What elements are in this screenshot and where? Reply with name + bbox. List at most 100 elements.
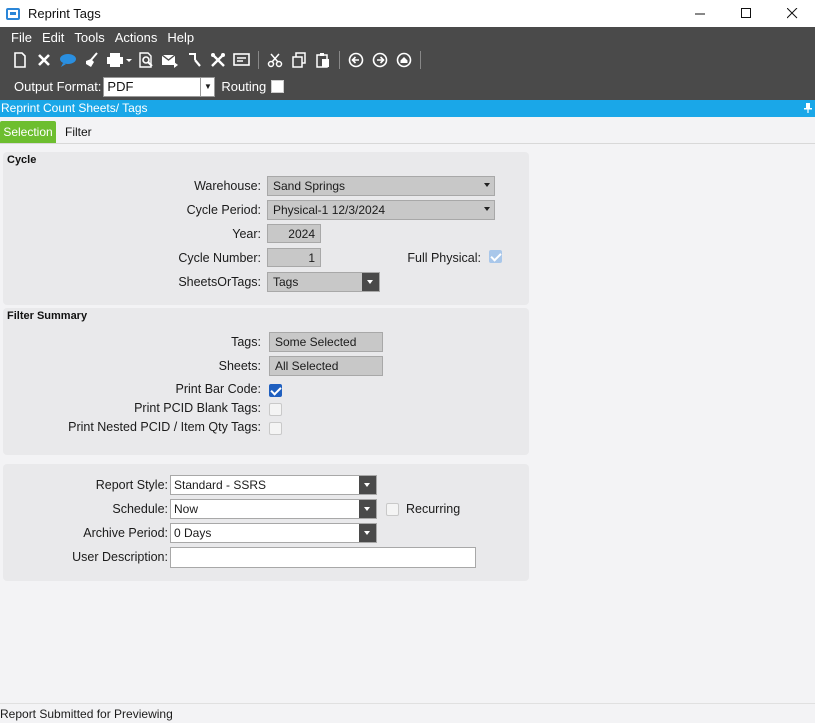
routing-checkbox[interactable] [271,80,285,93]
app-chrome: File Edit Tools Actions Help Output Form… [0,27,815,100]
home-button[interactable] [392,49,416,71]
year-field[interactable]: 2024 [267,224,321,243]
sheets-value: All Selected [275,359,339,373]
forward-icon [372,52,388,68]
minimize-button[interactable] [677,0,723,27]
cycle-number-label: Cycle Number: [178,251,261,265]
print-pcid-blank-label: Print PCID Blank Tags: [134,401,261,415]
forward-button[interactable] [368,49,392,71]
chat-icon [60,54,76,67]
menu-file[interactable]: File [6,30,37,45]
full-physical-checkbox [489,250,502,263]
delete-button[interactable] [32,49,56,71]
warehouse-select[interactable]: Sand Springs [267,176,495,196]
year-label: Year: [232,227,261,241]
status-bar: Report Submitted for Previewing [0,703,815,723]
routing-label: Routing [221,79,267,94]
recurring-checkbox[interactable] [386,503,399,516]
tags-value: Some Selected [275,335,357,349]
tab-selection[interactable]: Selection [0,121,56,143]
user-description-input[interactable] [170,547,476,568]
toolbar-separator [339,51,340,69]
email-button[interactable] [158,49,182,71]
menu-actions[interactable]: Actions [110,30,163,45]
recurring-label: Recurring [406,502,461,516]
print-button[interactable] [104,49,134,71]
cut-button[interactable] [263,49,287,71]
email-icon [161,54,178,68]
cycle-period-label: Cycle Period: [186,203,261,217]
warehouse-label: Warehouse: [194,179,261,193]
clear-button[interactable] [80,49,104,71]
print-bar-code-checkbox[interactable] [269,384,282,397]
toolbar-separator [258,51,259,69]
toolbar [0,47,815,73]
back-button[interactable] [344,49,368,71]
print-preview-button[interactable] [134,49,158,71]
print-bar-code-label: Print Bar Code: [175,382,261,396]
sheets-or-tags-label: SheetsOrTags: [178,275,261,289]
attach-icon [189,53,201,67]
tools-button[interactable] [206,49,230,71]
output-format-select[interactable]: PDF ▼ [103,76,216,97]
print-nested-pcid-checkbox[interactable] [269,422,282,435]
cycle-group-title: Cycle [7,154,37,166]
panel-title: Reprint Count Sheets/ Tags [1,101,148,115]
paste-button[interactable] [311,49,335,71]
output-format-value: PDF [107,79,134,94]
filter-summary-group: Filter Summary Tags: Some Selected Sheet… [3,308,529,455]
menu-tools[interactable]: Tools [69,30,109,45]
cycle-period-select[interactable]: Physical-1 12/3/2024 [267,200,495,220]
menu-bar: File Edit Tools Actions Help [0,27,815,47]
cycle-number-field[interactable]: 1 [267,248,321,267]
chat-button[interactable] [56,49,80,71]
sheets-or-tags-select[interactable]: Tags [267,272,380,292]
pin-icon[interactable] [804,102,812,119]
screen-button[interactable] [230,49,254,71]
tags-label: Tags: [231,335,261,349]
print-nested-pcid-label: Print Nested PCID / Item Qty Tags: [68,420,261,434]
cut-icon [267,53,283,68]
attach-button[interactable] [182,49,206,71]
report-style-value: Standard - SSRS [174,478,267,492]
back-icon [348,52,364,68]
print-preview-icon [139,52,153,68]
report-options-group: Report Style: Standard - SSRS Schedule: … [3,464,529,581]
delete-icon [38,54,50,66]
print-pcid-blank-checkbox[interactable] [269,403,282,416]
tab-strip: Selection Filter [0,120,815,144]
maximize-icon [740,8,751,18]
menu-help[interactable]: Help [162,30,199,45]
paste-icon [316,53,329,68]
schedule-label: Schedule: [112,502,168,516]
menu-edit[interactable]: Edit [37,30,69,45]
schedule-select[interactable]: Now [170,499,377,519]
sheets-or-tags-value: Tags [273,275,299,289]
close-button[interactable] [769,0,815,27]
chevron-down-icon [359,500,376,518]
chevron-down-icon [359,524,376,542]
panel-header: Reprint Count Sheets/ Tags [0,100,815,117]
window-title: Reprint Tags [28,6,101,21]
sheets-field[interactable]: All Selected [269,356,383,376]
close-icon [786,8,797,19]
maximize-button[interactable] [723,0,769,27]
new-button[interactable] [8,49,32,71]
cycle-number-value: 1 [308,250,315,265]
archive-period-select[interactable]: 0 Days [170,523,377,543]
tab-filter[interactable]: Filter [65,121,92,143]
cycle-group: Cycle Warehouse: Sand Springs Cycle Peri… [3,152,529,305]
output-format-bar: Output Format: PDF ▼ Routing [0,73,815,100]
report-style-select[interactable]: Standard - SSRS [170,475,377,495]
copy-icon [292,52,306,68]
schedule-value: Now [174,502,199,516]
title-bar: Reprint Tags [0,0,815,27]
chevron-down-icon [484,183,490,187]
archive-period-value: 0 Days [174,526,212,540]
screen-icon [233,53,250,66]
tags-field[interactable]: Some Selected [269,332,383,352]
chevron-down-icon [484,207,490,211]
output-format-label: Output Format: [14,79,102,94]
copy-button[interactable] [287,49,311,71]
home-icon [396,52,412,68]
